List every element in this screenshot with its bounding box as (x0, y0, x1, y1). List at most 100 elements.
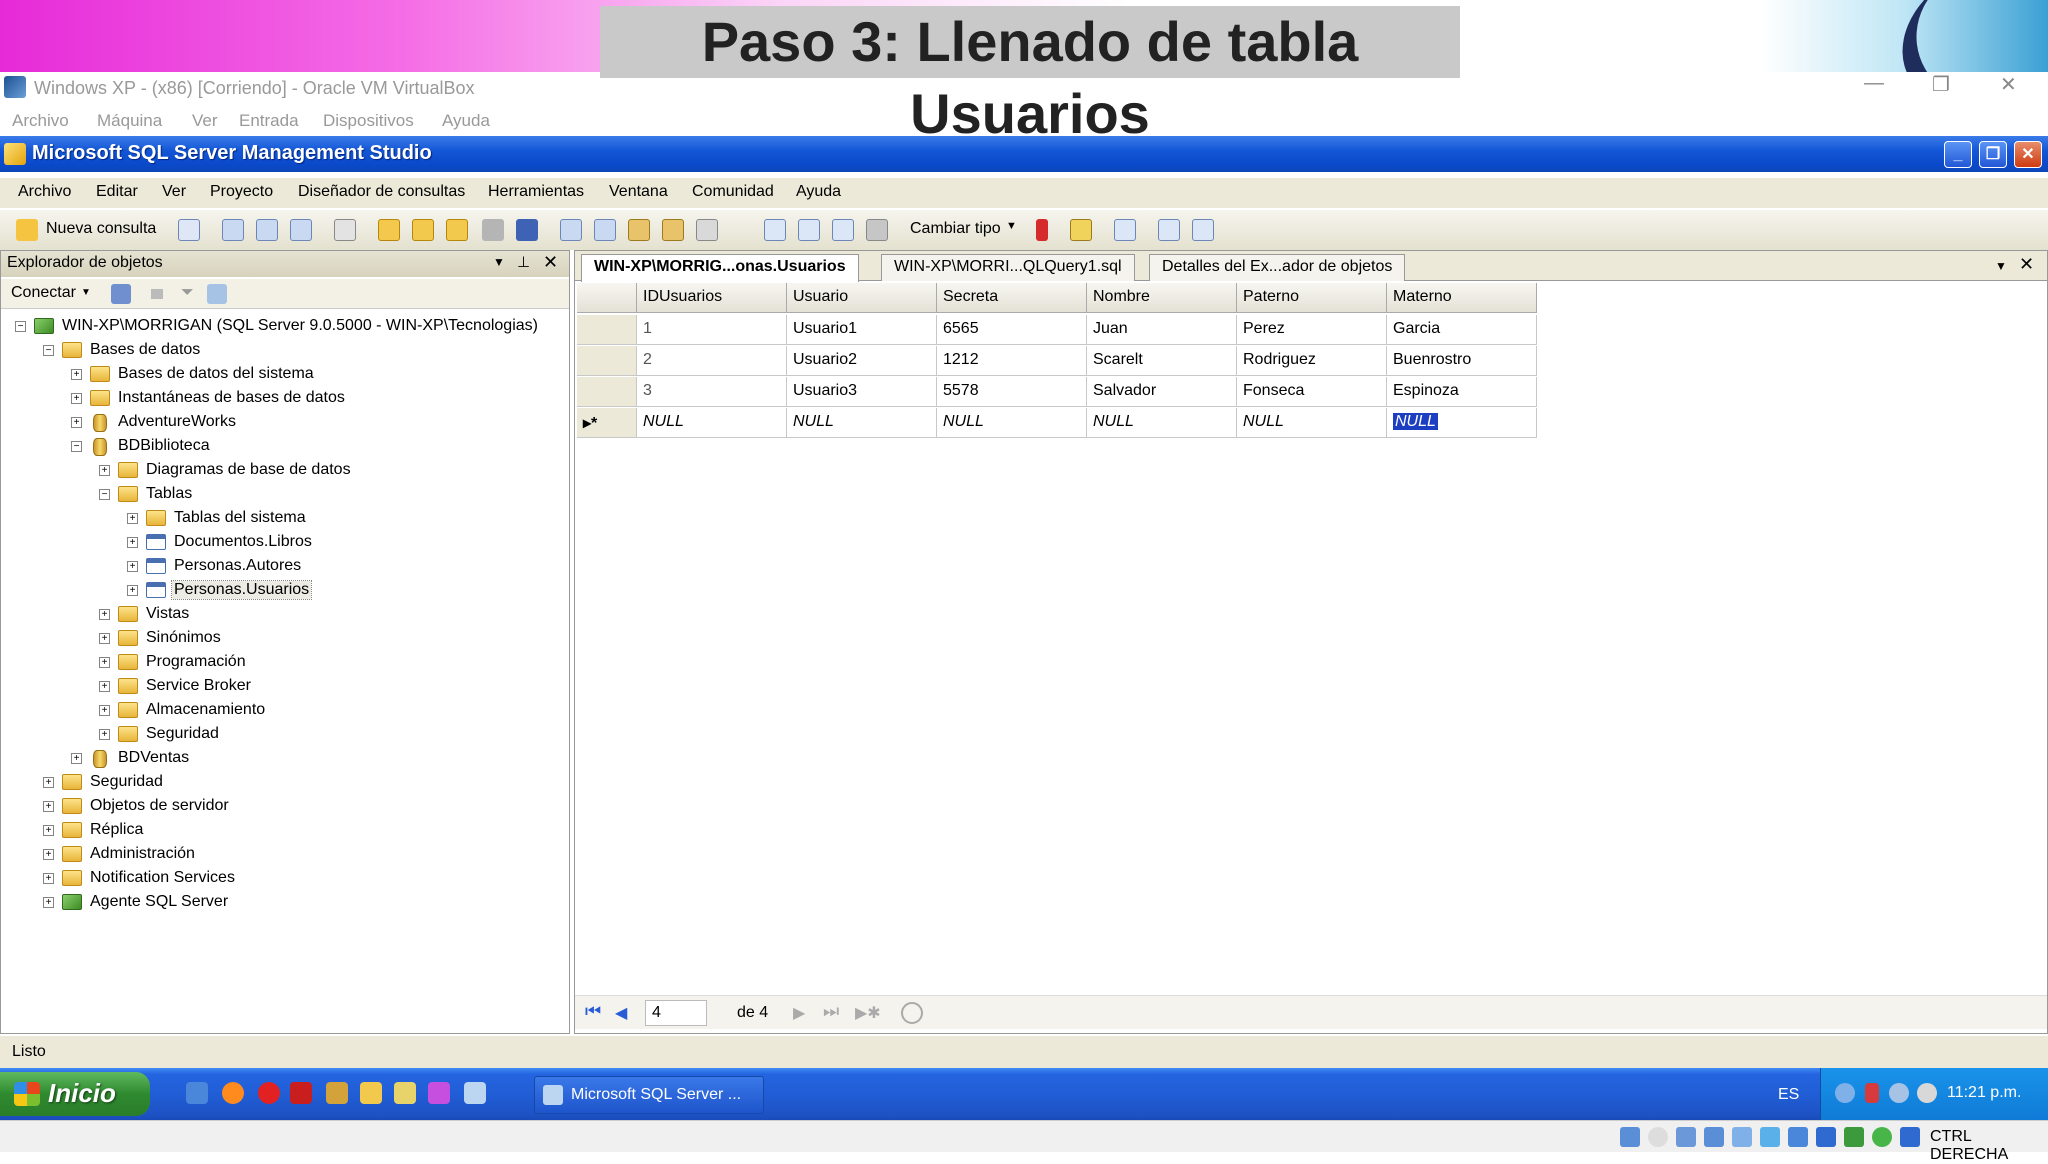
analysis-icon[interactable] (334, 219, 356, 241)
network-icon[interactable] (1835, 1083, 1855, 1103)
volume-icon[interactable] (1889, 1083, 1909, 1103)
mouse-integration-icon[interactable] (1900, 1127, 1920, 1147)
minimize-button[interactable]: — (1864, 72, 1884, 95)
tab-usuarios-table[interactable]: WIN-XP\MORRIG...onas.Usuarios (581, 254, 859, 282)
object-explorer-icon[interactable] (594, 219, 616, 241)
close-icon[interactable]: ✕ (543, 252, 558, 273)
expand-icon[interactable]: + (99, 465, 110, 476)
tab-list-icon[interactable]: ▼ (1995, 259, 2007, 273)
ssms-maximize-button[interactable]: ❐ (1979, 141, 2007, 168)
vb-menu-dispositivos[interactable]: Dispositivos (323, 111, 414, 131)
last-record-icon[interactable]: ⏭ (823, 1001, 839, 1021)
pin-icon[interactable]: ⊥ (517, 253, 530, 271)
execute-icon[interactable] (1036, 219, 1048, 241)
restore-button[interactable]: ❐ (1932, 72, 1950, 97)
expand-icon[interactable]: + (71, 753, 82, 764)
expand-icon[interactable]: + (71, 369, 82, 380)
row-selector[interactable] (577, 346, 637, 376)
collapse-icon[interactable]: − (43, 345, 54, 356)
display-icon[interactable] (1788, 1127, 1808, 1147)
new-row[interactable]: ▸* NULL NULL NULL NULL NULL NULL (577, 408, 1537, 438)
properties-icon[interactable] (696, 219, 718, 241)
null-cell[interactable]: NULL (637, 408, 787, 438)
table-cell[interactable]: Espinoza (1387, 377, 1537, 407)
expand-icon[interactable]: + (43, 825, 54, 836)
expand-icon[interactable]: + (71, 393, 82, 404)
table-cell[interactable]: Salvador (1087, 377, 1237, 407)
open-file-icon[interactable] (378, 219, 400, 241)
clock[interactable]: 11:21 p.m. (1947, 1084, 2021, 1102)
close-icon[interactable]: ✕ (2019, 254, 2034, 275)
dropdown-arrow-icon[interactable]: ▼ (493, 255, 505, 269)
collapse-icon[interactable]: − (15, 321, 26, 332)
menu-disenador[interactable]: Diseñador de consultas (298, 183, 465, 201)
expand-icon[interactable]: + (99, 657, 110, 668)
capture-icon[interactable] (1816, 1127, 1836, 1147)
settings-icon[interactable] (326, 1082, 348, 1104)
collapse-icon[interactable]: − (71, 441, 82, 452)
table-cell[interactable]: Usuario2 (787, 346, 937, 376)
null-cell[interactable]: NULL (1387, 408, 1537, 438)
expand-icon[interactable]: + (43, 801, 54, 812)
mdx-query-icon[interactable] (222, 219, 244, 241)
expand-icon[interactable]: + (71, 417, 82, 428)
previous-record-icon[interactable]: ◀ (615, 1003, 631, 1022)
table-cell[interactable]: 5578 (937, 377, 1087, 407)
filezilla-icon[interactable] (290, 1082, 312, 1104)
null-cell[interactable]: NULL (1087, 408, 1237, 438)
filter-icon[interactable]: ⏷ (181, 284, 194, 302)
row-selector[interactable] (577, 377, 637, 407)
row-selector[interactable] (577, 315, 637, 345)
expand-icon[interactable]: + (127, 561, 138, 572)
stop-record-icon[interactable] (901, 1002, 923, 1024)
vb-menu-maquina[interactable]: Máquina (97, 111, 162, 131)
table-cell[interactable]: 1212 (937, 346, 1087, 376)
table-cell[interactable]: Juan (1087, 315, 1237, 345)
vb-menu-archivo[interactable]: Archivo (12, 111, 69, 131)
record-number-input[interactable]: 4 (645, 1000, 707, 1026)
registered-servers-icon[interactable] (560, 219, 582, 241)
add-derived-table-icon[interactable] (1192, 219, 1214, 241)
stop-icon[interactable] (151, 289, 163, 299)
audio-icon[interactable] (1676, 1127, 1696, 1147)
table-cell[interactable]: 6565 (937, 315, 1087, 345)
expand-icon[interactable]: + (99, 705, 110, 716)
vb-menu-entrada[interactable]: Entrada (239, 111, 299, 131)
security-icon[interactable] (1917, 1083, 1937, 1103)
column-header[interactable]: Usuario (787, 283, 937, 313)
dmx-query-icon[interactable] (256, 219, 278, 241)
ssms-minimize-button[interactable]: _ (1944, 141, 1972, 168)
guest-additions-icon[interactable] (1872, 1127, 1892, 1147)
menu-editar[interactable]: Editar (96, 183, 138, 201)
vb-menu-ver[interactable]: Ver (192, 111, 218, 131)
ssms-close-button[interactable]: ✕ (2014, 141, 2042, 168)
table-cell[interactable]: 3 (637, 377, 787, 407)
expand-icon[interactable]: + (99, 681, 110, 692)
solution-explorer-icon[interactable] (662, 219, 684, 241)
change-type-dropdown[interactable]: Cambiar tipo (910, 220, 1001, 238)
xmla-query-icon[interactable] (290, 219, 312, 241)
expand-icon[interactable]: + (43, 873, 54, 884)
firefox-icon[interactable] (222, 1082, 244, 1104)
antivirus-icon[interactable] (1865, 1083, 1879, 1103)
shared-folders-icon[interactable] (1760, 1127, 1780, 1147)
menu-comunidad[interactable]: Comunidad (692, 183, 774, 201)
table-row[interactable]: 3 Usuario3 5578 Salvador Fonseca Espinoza (577, 377, 1537, 407)
table-row[interactable]: 1 Usuario1 6565 Juan Perez Garcia (577, 315, 1537, 345)
table-row[interactable]: 2 Usuario2 1212 Scarelt Rodriguez Buenrostro (577, 346, 1537, 376)
menu-archivo[interactable]: Archivo (18, 183, 71, 201)
table-cell[interactable]: Perez (1237, 315, 1387, 345)
table-cell[interactable]: Usuario3 (787, 377, 937, 407)
cpu-icon[interactable] (1844, 1127, 1864, 1147)
close-project-icon[interactable] (446, 219, 468, 241)
folder-icon[interactable] (360, 1082, 382, 1104)
null-cell[interactable]: NULL (1237, 408, 1387, 438)
menu-proyecto[interactable]: Proyecto (210, 183, 273, 201)
table-cell[interactable]: Usuario1 (787, 315, 937, 345)
language-indicator[interactable]: ES (1778, 1086, 1799, 1104)
connect-explorer-icon[interactable] (111, 284, 131, 304)
refresh-icon[interactable] (207, 284, 227, 304)
column-header[interactable]: Secreta (937, 283, 1087, 313)
results-pane-icon[interactable] (866, 219, 888, 241)
next-record-icon[interactable]: ▶ (793, 1003, 809, 1022)
